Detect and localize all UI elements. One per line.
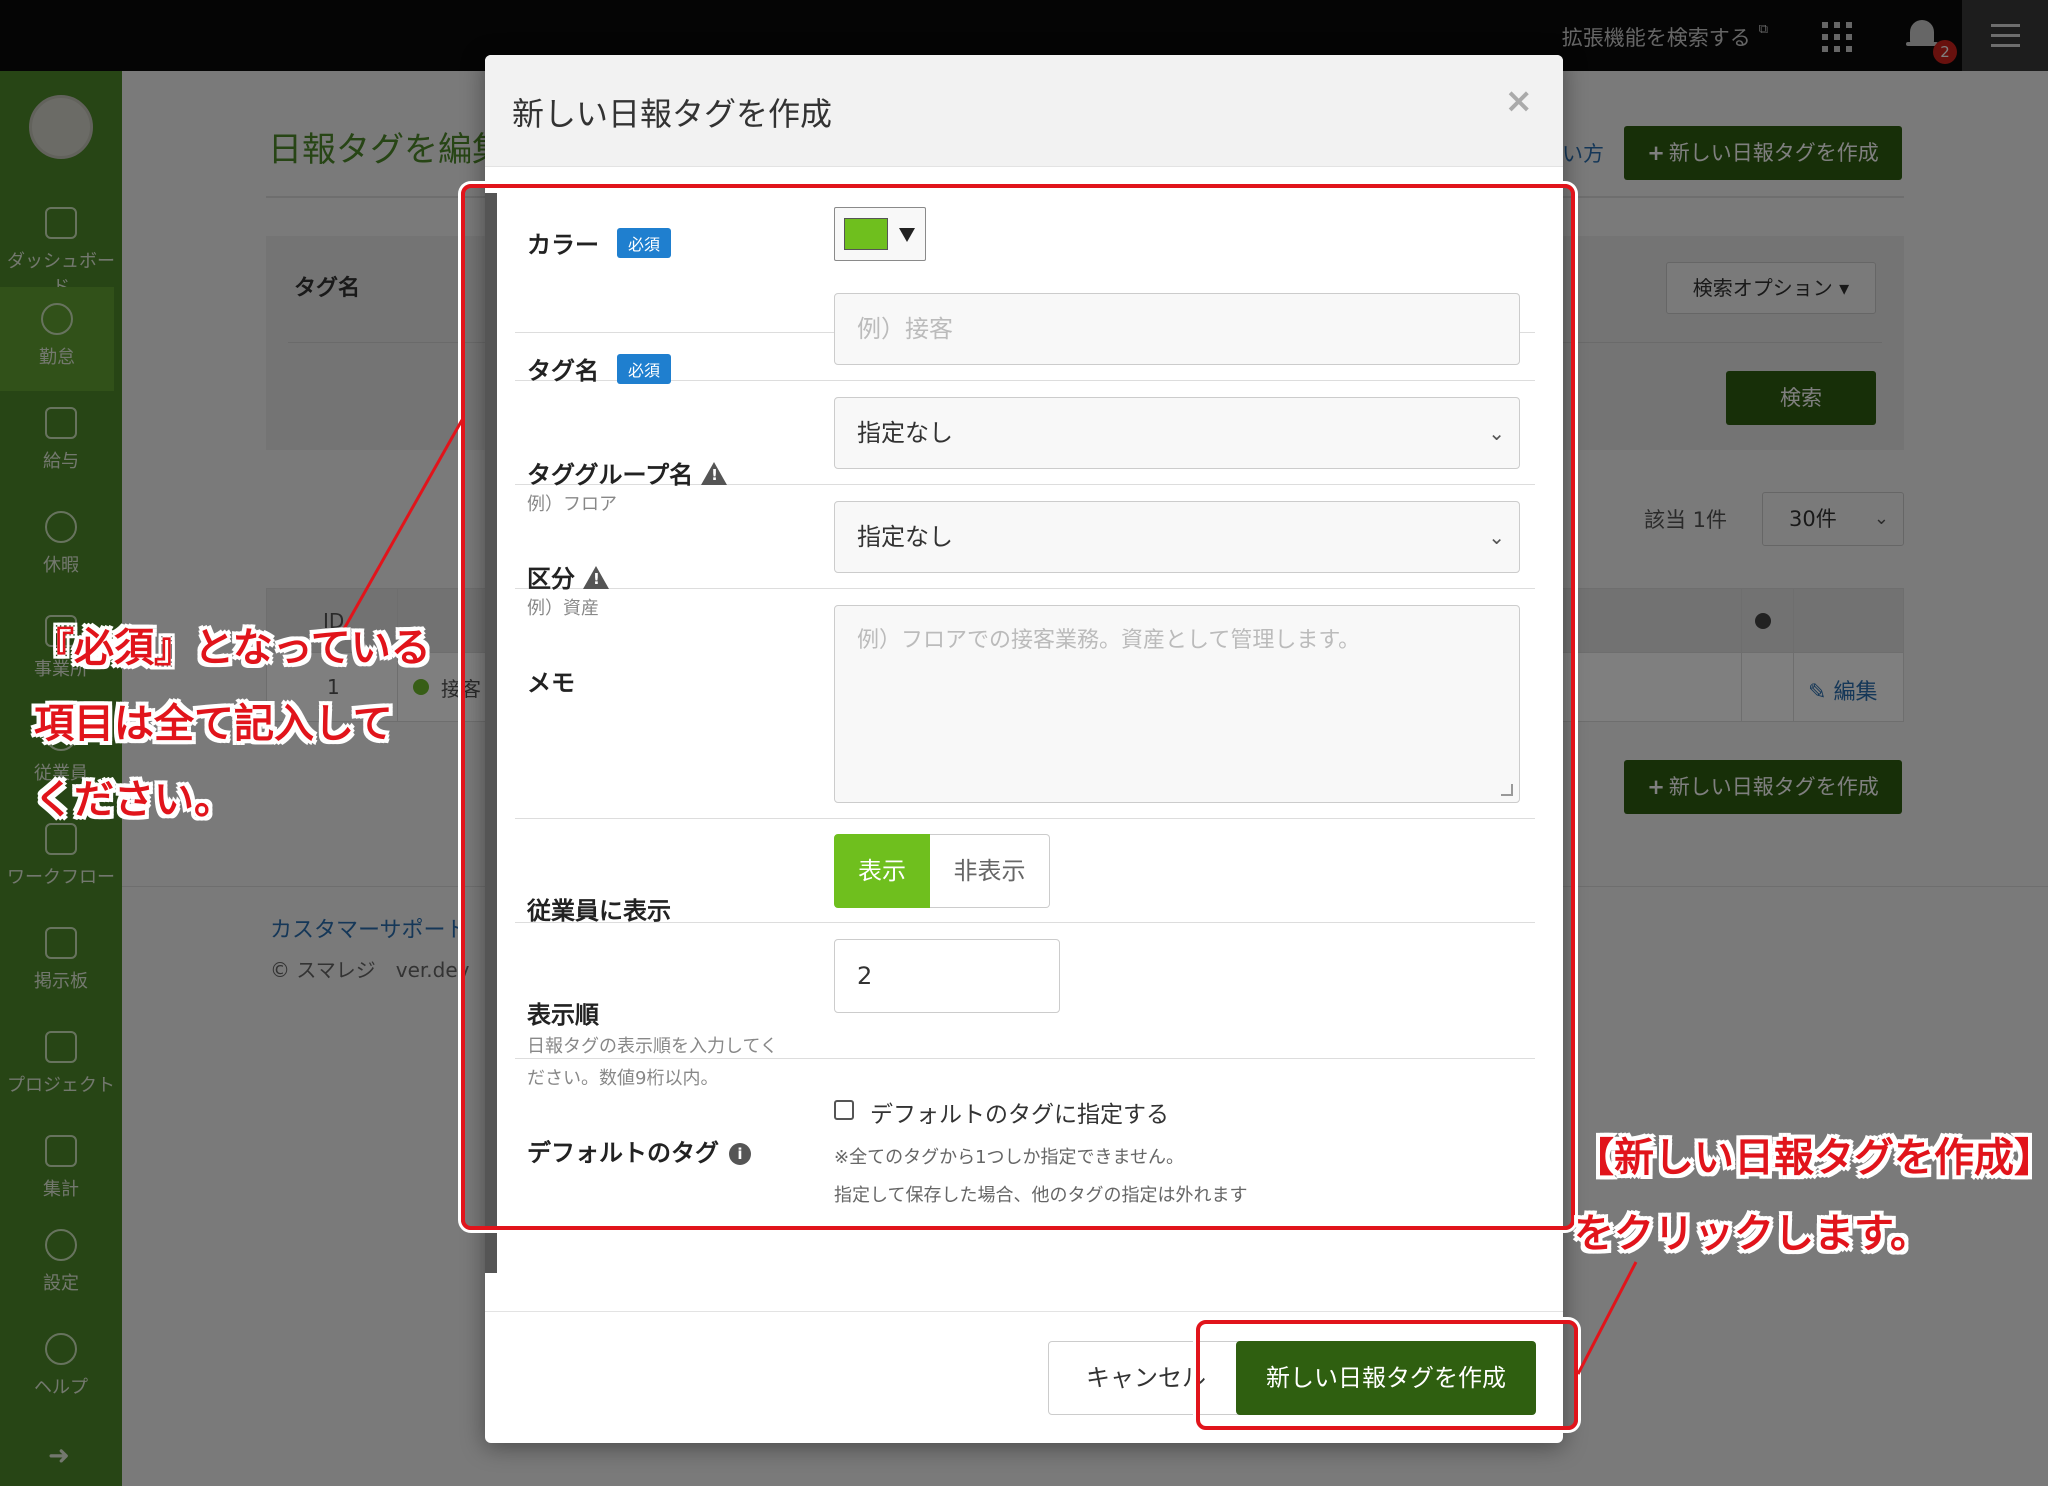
right-callout-line-1: 【新しい日報タグを作成】 (1574, 1135, 2048, 1181)
right-callout-line-2: をクリックします。 (1574, 1211, 1930, 1257)
left-callout-line-1: 『必須』となっている (34, 625, 431, 671)
right-callout-line (1576, 1261, 1638, 1375)
left-callout-line-3: ください。 (34, 777, 234, 823)
left-callout-line-2: 項目は全て記入して (34, 701, 393, 747)
right-callout: 【新しい日報タグを作成】 をクリックします。 (1574, 1120, 2048, 1272)
left-callout: 『必須』となっている 項目は全て記入して ください。 (34, 610, 431, 838)
left-callout-line (338, 419, 464, 637)
